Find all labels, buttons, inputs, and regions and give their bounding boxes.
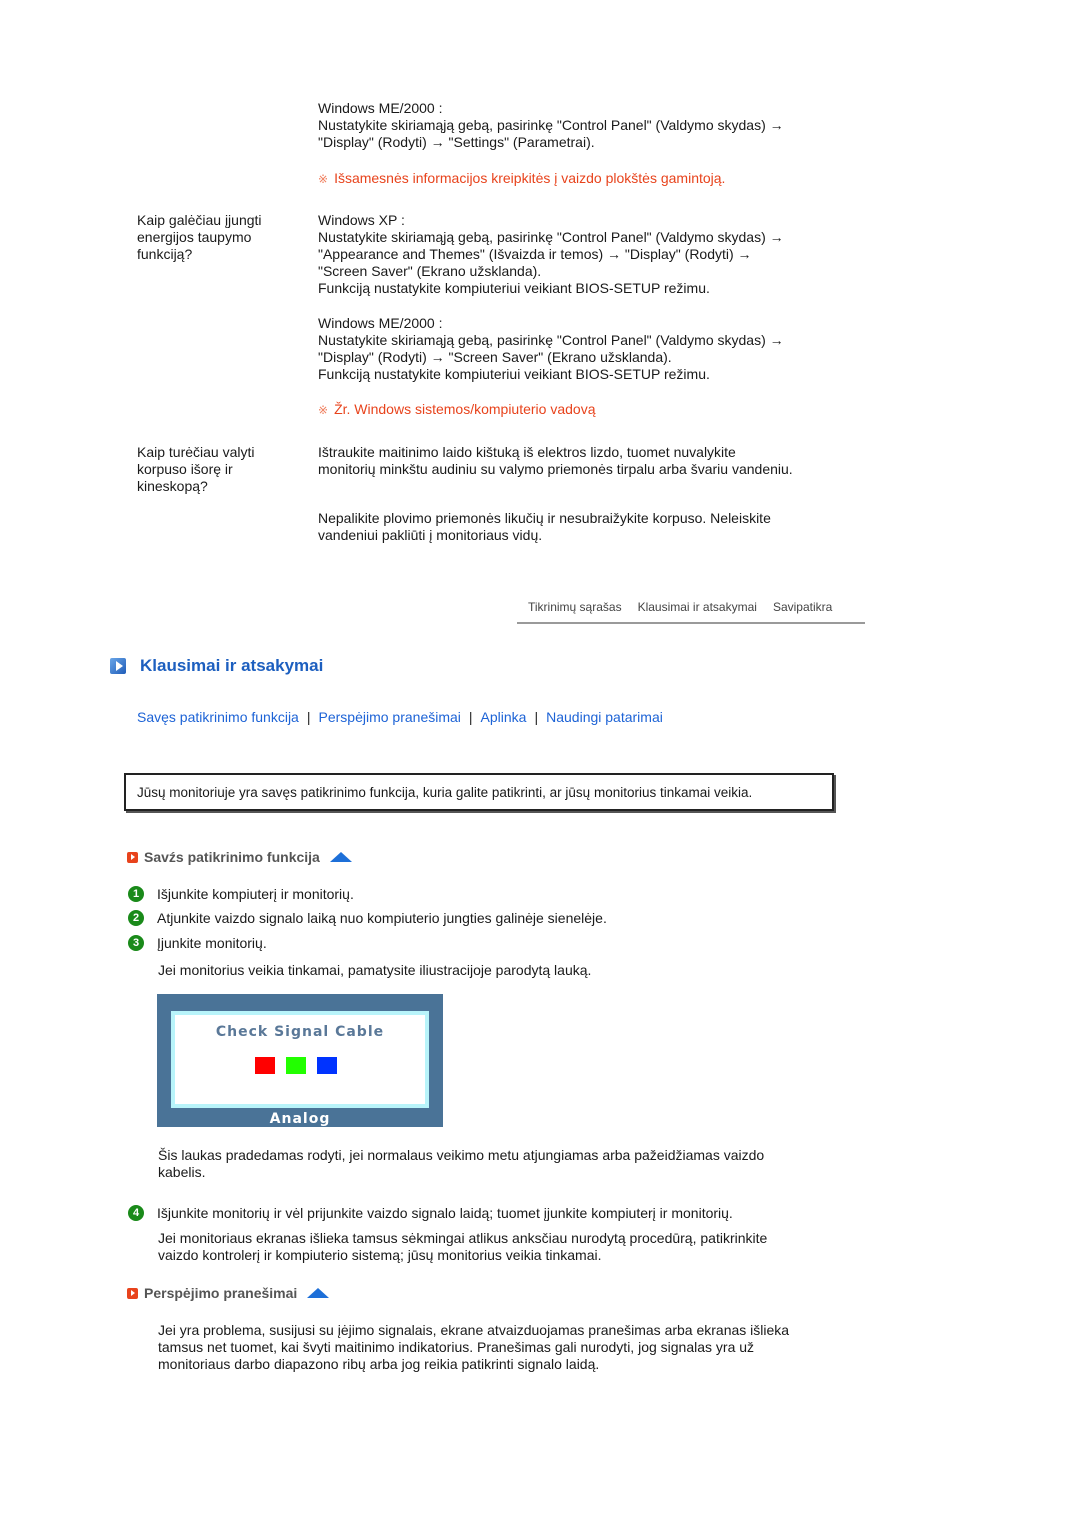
page-title: Klausimai ir atsakymai [140, 656, 324, 675]
answer-line: vandeniui pakliūti į monitoriaus vidų. [318, 527, 543, 543]
back-to-top-icon[interactable] [329, 852, 352, 862]
check-signal-illustration: Check Signal Cable Analog [157, 994, 443, 1127]
link-self-test[interactable]: Savęs patikrinimo funkcija [137, 709, 299, 725]
tab-self-test[interactable]: Savipatikra [773, 600, 832, 622]
caption-line: kabelis. [158, 1164, 206, 1180]
link-separator: | [468, 709, 473, 725]
section-heading: Klausimai ir atsakymai [110, 656, 323, 676]
osd-title: Check Signal Cable [215, 1024, 385, 1040]
answer-line: Ištraukite maitinimo laido kištuką iš el… [318, 444, 736, 460]
note-text: Išsamesnės informacijos kreipkitės į vai… [334, 170, 726, 186]
step-text: Atjunkite vaizdo signalo laiką nuo kompi… [157, 910, 607, 926]
answer-me2000-display: Windows ME/2000 : Nustatykite skiriamąją… [318, 100, 838, 151]
section-links: Savęs patikrinimo funkcija | Perspėjimo … [137, 709, 663, 725]
step4-result: Jei monitoriaus ekranas išlieka tamsus s… [158, 1230, 838, 1264]
link-separator: | [534, 709, 539, 725]
answer-line: Funkciją nustatykite kompiuteriui veikia… [318, 366, 710, 382]
question-line: Kaip turėčiau valyti [137, 444, 255, 460]
answer-power-saving-xp: Windows XP : Nustatykite skiriamąją gebą… [318, 212, 838, 297]
note-windows-manual: ※ Žr. Windows sistemos/kompiuterio vadovą [318, 401, 838, 419]
step-text: Išjunkite monitorių ir vėl prijunkite va… [157, 1205, 733, 1221]
osd-label: Analog [269, 1111, 331, 1127]
step-number-icon: 3 [128, 935, 144, 951]
answer-line: Nustatykite skiriamąją gebą, pasirinkę "… [318, 229, 784, 245]
answer-line: "Display" (Rodyti) → "Screen Saver" (Ekr… [318, 349, 672, 365]
step-item: 2 Atjunkite vaizdo signalo laiką nuo kom… [128, 910, 607, 926]
question-line: korpuso išorę ir [137, 461, 233, 477]
note-mark-icon: ※ [318, 172, 329, 186]
caption-line: Šis laukas pradedamas rodyti, jei normal… [158, 1147, 765, 1163]
step-number-icon: 1 [128, 886, 144, 902]
answer-line: "Appearance and Themes" (Išvaizda ir tem… [318, 246, 752, 262]
green-swatch [286, 1057, 306, 1074]
osd-caption: Šis laukas pradedamas rodyti, jei normal… [158, 1147, 838, 1181]
selftest-heading-text: Savźs patikrinimo funkcija [144, 849, 320, 865]
link-separator: | [306, 709, 311, 725]
step3-result: Jei monitorius veikia tinkamai, pamatysi… [158, 962, 592, 978]
bullet-arrow-icon [127, 851, 138, 863]
intro-box: Jūsų monitoriuje yra savęs patikrinimo f… [124, 773, 834, 811]
play-arrow-icon [110, 658, 126, 674]
section-tabs: Tikrinimų sąrašas Klausimai ir atsakymai… [517, 600, 865, 624]
question-cleaning: Kaip turėčiau valyti korpuso išorę ir ki… [137, 444, 307, 495]
tab-faq[interactable]: Klausimai ir atsakymai [638, 600, 757, 622]
answer-line: "Display" (Rodyti) → "Settings" (Paramet… [318, 134, 595, 150]
answer-line: Nustatykite skiriamąją gebą, pasirinkę "… [318, 117, 784, 133]
step-item: 4 Išjunkite monitorių ir vėl prijunkite … [128, 1205, 733, 1221]
answer-line: Funkciją nustatykite kompiuteriui veikia… [318, 280, 710, 296]
question-power-saving: Kaip galėčiau įjungti energijos taupymo … [137, 212, 307, 263]
answer-power-saving-me: Windows ME/2000 : Nustatykite skiriamąją… [318, 315, 838, 383]
note-mark-icon: ※ [318, 403, 329, 417]
os-label: Windows XP : [318, 212, 405, 228]
result-line: vaizdo kontrolerį ir kompiuterio sistemą… [158, 1247, 602, 1263]
warning-line: monitoriaus darbo diapazono ribų arba jo… [158, 1356, 600, 1372]
answer-line: "Screen Saver" (Ekrano užsklanda). [318, 263, 542, 279]
answer-line: monitorių minkštu audiniu su valymo prie… [318, 461, 793, 477]
step-item: 1 Išjunkite kompiuterį ir monitorių. [128, 886, 354, 902]
warnings-heading: Perspėjimo pranešimai [127, 1285, 330, 1301]
answer-line: Nustatykite skiriamąją gebą, pasirinkę "… [318, 332, 784, 348]
question-line: Kaip galėčiau įjungti [137, 212, 262, 228]
bullet-arrow-icon [127, 1287, 138, 1299]
result-line: Jei monitoriaus ekranas išlieka tamsus s… [158, 1230, 768, 1246]
link-useful-tips[interactable]: Naudingi patarimai [546, 709, 663, 725]
question-line: funkciją? [137, 246, 193, 262]
step-text: Išjunkite kompiuterį ir monitorių. [157, 886, 354, 902]
blue-swatch [317, 1057, 337, 1074]
step-number-icon: 2 [128, 910, 144, 926]
step-text: Įjunkite monitorių. [157, 935, 267, 951]
answer-line: Nepalikite plovimo priemonės likučių ir … [318, 510, 771, 526]
answer-cleaning-2: Nepalikite plovimo priemonės likučių ir … [318, 510, 838, 544]
os-label: Windows ME/2000 : [318, 100, 443, 116]
question-line: kineskopą? [137, 478, 208, 494]
intro-text: Jūsų monitoriuje yra savęs patikrinimo f… [137, 784, 753, 800]
red-swatch [255, 1057, 275, 1074]
warning-line: tamsus net tuomet, kai švyti maitinimo i… [158, 1339, 755, 1355]
selftest-heading: Savźs patikrinimo funkcija [127, 849, 352, 865]
warning-line: Jei yra problema, susijusi su įėjimo sig… [158, 1322, 790, 1338]
tab-checklist[interactable]: Tikrinimų sąrašas [528, 600, 622, 622]
question-line: energijos taupymo [137, 229, 252, 245]
step-number-icon: 4 [128, 1205, 144, 1221]
note-graphics-vendor: ※ Išsamesnės informacijos kreipkitės į va… [318, 170, 838, 188]
link-warnings[interactable]: Perspėjimo pranešimai [319, 709, 461, 725]
warnings-text: Jei yra problema, susijusi su įėjimo sig… [158, 1322, 838, 1373]
step-item: 3 Įjunkite monitorių. [128, 935, 267, 951]
warnings-heading-text: Perspėjimo pranešimai [144, 1285, 298, 1301]
os-label: Windows ME/2000 : [318, 315, 443, 331]
back-to-top-icon[interactable] [307, 1288, 330, 1298]
link-environment[interactable]: Aplinka [481, 709, 527, 725]
note-text: Žr. Windows sistemos/kompiuterio vadovą [334, 401, 596, 417]
answer-cleaning-1: Ištraukite maitinimo laido kištuką iš el… [318, 444, 838, 478]
